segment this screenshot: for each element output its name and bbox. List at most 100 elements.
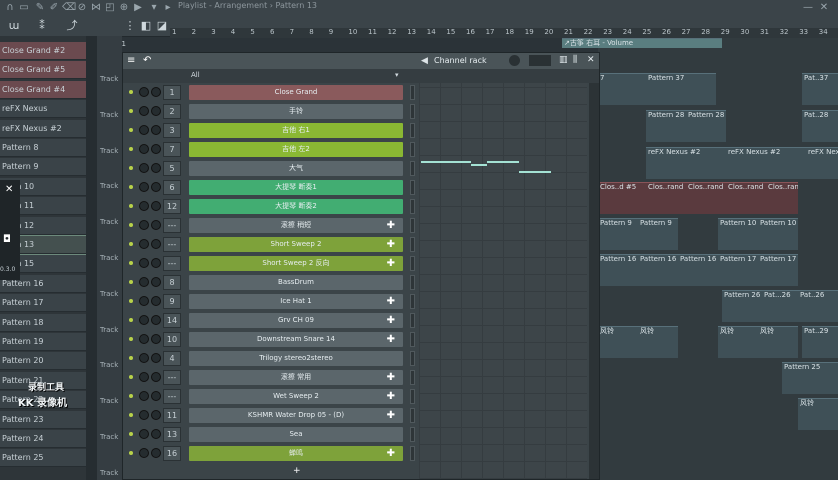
- channel-row[interactable]: 12 大提琴 断奏2: [123, 198, 415, 215]
- channel-name-button[interactable]: 吉他 左2: [189, 142, 403, 157]
- snap-icon[interactable]: ⋮: [122, 20, 138, 32]
- channel-select-bar[interactable]: [410, 389, 415, 404]
- channel-row[interactable]: 5 大气: [123, 160, 415, 177]
- mixer-track-number[interactable]: ---: [163, 237, 181, 252]
- channel-select-bar[interactable]: [410, 256, 415, 271]
- channel-select-bar[interactable]: [410, 294, 415, 309]
- channel-name-button[interactable]: Wet Sweep 2 ✚: [189, 389, 403, 404]
- playlist-clip[interactable]: Clos..rand: [766, 182, 798, 214]
- mixer-track-number[interactable]: 10: [163, 332, 181, 347]
- piano-icon[interactable]: ɯ: [6, 20, 22, 32]
- graph-plus-icon[interactable]: ✚: [387, 389, 395, 404]
- playlist-clip[interactable]: Pattern 17: [718, 254, 758, 286]
- channel-name-button[interactable]: 蝉鸣 ✚: [189, 446, 403, 461]
- mixer-icon[interactable]: ⁑: [34, 20, 50, 32]
- mixer-track-number[interactable]: 12: [163, 199, 181, 214]
- channel-row[interactable]: 7 吉他 左2: [123, 141, 415, 158]
- channel-led[interactable]: [129, 147, 133, 151]
- playlist-clip[interactable]: Pattern 17: [758, 254, 798, 286]
- playlist-clip[interactable]: Pattern 9: [598, 218, 638, 250]
- browser-item[interactable]: Pattern 9: [0, 158, 86, 177]
- volume-knob[interactable]: [151, 410, 161, 420]
- mixer-track-number[interactable]: 6: [163, 180, 181, 195]
- channel-name-button[interactable]: Downstream Snare 14 ✚: [189, 332, 403, 347]
- channel-select-bar[interactable]: [410, 313, 415, 328]
- arrow-right-icon[interactable]: ▸: [162, 2, 174, 14]
- graph-plus-icon[interactable]: ✚: [387, 370, 395, 385]
- automation-clip[interactable]: ↗古筝 右耳 - Volume: [562, 38, 722, 48]
- playlist-clip[interactable]: Pattern 26: [722, 290, 762, 322]
- volume-knob[interactable]: [151, 144, 161, 154]
- channel-led[interactable]: [129, 432, 133, 436]
- volume-knob[interactable]: [151, 201, 161, 211]
- mixer-track-number[interactable]: 3: [163, 123, 181, 138]
- pan-knob[interactable]: [139, 391, 149, 401]
- channel-name-button[interactable]: 滚擦 稍短 ✚: [189, 218, 403, 233]
- playlist-clip[interactable]: reFX Nexus #2: [726, 147, 806, 179]
- pan-knob[interactable]: [139, 182, 149, 192]
- channel-row[interactable]: --- Short Sweep 2 ✚: [123, 236, 415, 253]
- undo-icon[interactable]: ↶: [143, 55, 151, 66]
- channel-led[interactable]: [129, 166, 133, 170]
- channel-select-bar[interactable]: [410, 332, 415, 347]
- browser-scrollbar[interactable]: [86, 36, 97, 480]
- filter-select[interactable]: All: [191, 71, 200, 79]
- channel-row[interactable]: 9 Ice Hat 1 ✚: [123, 293, 415, 310]
- playlist-clip[interactable]: Pattern 9: [638, 218, 678, 250]
- channel-name-button[interactable]: BassDrum: [189, 275, 403, 290]
- channel-name-button[interactable]: KSHMR Water Drop 05 - (D) ✚: [189, 408, 403, 423]
- pan-knob[interactable]: [139, 163, 149, 173]
- close-icon[interactable]: ✕: [5, 184, 13, 195]
- volume-knob[interactable]: [151, 125, 161, 135]
- graph-plus-icon[interactable]: ✚: [387, 332, 395, 347]
- channel-select-bar[interactable]: [410, 180, 415, 195]
- zoom-icon[interactable]: ⊕: [118, 2, 130, 14]
- volume-knob[interactable]: [151, 429, 161, 439]
- browser-item[interactable]: Close Grand #5: [0, 61, 86, 80]
- volume-knob[interactable]: [151, 448, 161, 458]
- volume-knob[interactable]: [151, 353, 161, 363]
- channel-name-button[interactable]: Short Sweep 2 ✚: [189, 237, 403, 252]
- mute-icon[interactable]: ⊘: [76, 2, 88, 14]
- channel-led[interactable]: [129, 223, 133, 227]
- track-label[interactable]: Track: [100, 361, 118, 369]
- pan-knob[interactable]: [139, 334, 149, 344]
- step-display[interactable]: [529, 55, 551, 66]
- volume-knob[interactable]: [151, 182, 161, 192]
- pan-knob[interactable]: [139, 315, 149, 325]
- hamburger-icon[interactable]: ≡: [127, 55, 135, 66]
- volume-knob[interactable]: [151, 163, 161, 173]
- volume-knob[interactable]: [151, 258, 161, 268]
- pan-knob[interactable]: [139, 144, 149, 154]
- channel-name-button[interactable]: Grv CH 09 ✚: [189, 313, 403, 328]
- playlist-clip[interactable]: 风铃: [638, 326, 678, 358]
- graph-plus-icon[interactable]: ✚: [387, 237, 395, 252]
- channel-row[interactable]: --- 滚擦 常用 ✚: [123, 369, 415, 386]
- channel-led[interactable]: [129, 185, 133, 189]
- channel-name-button[interactable]: Short Sweep 2 反向 ✚: [189, 256, 403, 271]
- close-icon[interactable]: ✕: [587, 55, 595, 65]
- play-icon[interactable]: ▶: [132, 2, 144, 14]
- channel-led[interactable]: [129, 337, 133, 341]
- channel-name-button[interactable]: 大提琴 断奏1: [189, 180, 403, 195]
- swing-knob[interactable]: [509, 55, 520, 66]
- playlist-clip[interactable]: Pattern 10: [718, 218, 758, 250]
- pan-knob[interactable]: [139, 353, 149, 363]
- folder-icon[interactable]: ▭: [18, 2, 30, 14]
- mixer-track-number[interactable]: 14: [163, 313, 181, 328]
- camera-icon[interactable]: ◘: [3, 234, 11, 245]
- channel-select-bar[interactable]: [410, 199, 415, 214]
- playlist-clip[interactable]: 风铃: [718, 326, 758, 358]
- mixer-track-number[interactable]: ---: [163, 389, 181, 404]
- pencil-icon[interactable]: ✎: [34, 2, 46, 14]
- pan-knob[interactable]: [139, 372, 149, 382]
- volume-knob[interactable]: [151, 277, 161, 287]
- channel-led[interactable]: [129, 375, 133, 379]
- track-label[interactable]: Track: [100, 326, 118, 334]
- browser-item[interactable]: Pattern 8: [0, 139, 86, 157]
- playlist-clip[interactable]: Pat..29: [802, 326, 838, 358]
- track-label[interactable]: Track: [100, 147, 118, 155]
- playlist-clip[interactable]: Clos..rand: [726, 182, 766, 214]
- mixer-track-number[interactable]: 5: [163, 161, 181, 176]
- channel-row[interactable]: 6 大提琴 断奏1: [123, 179, 415, 196]
